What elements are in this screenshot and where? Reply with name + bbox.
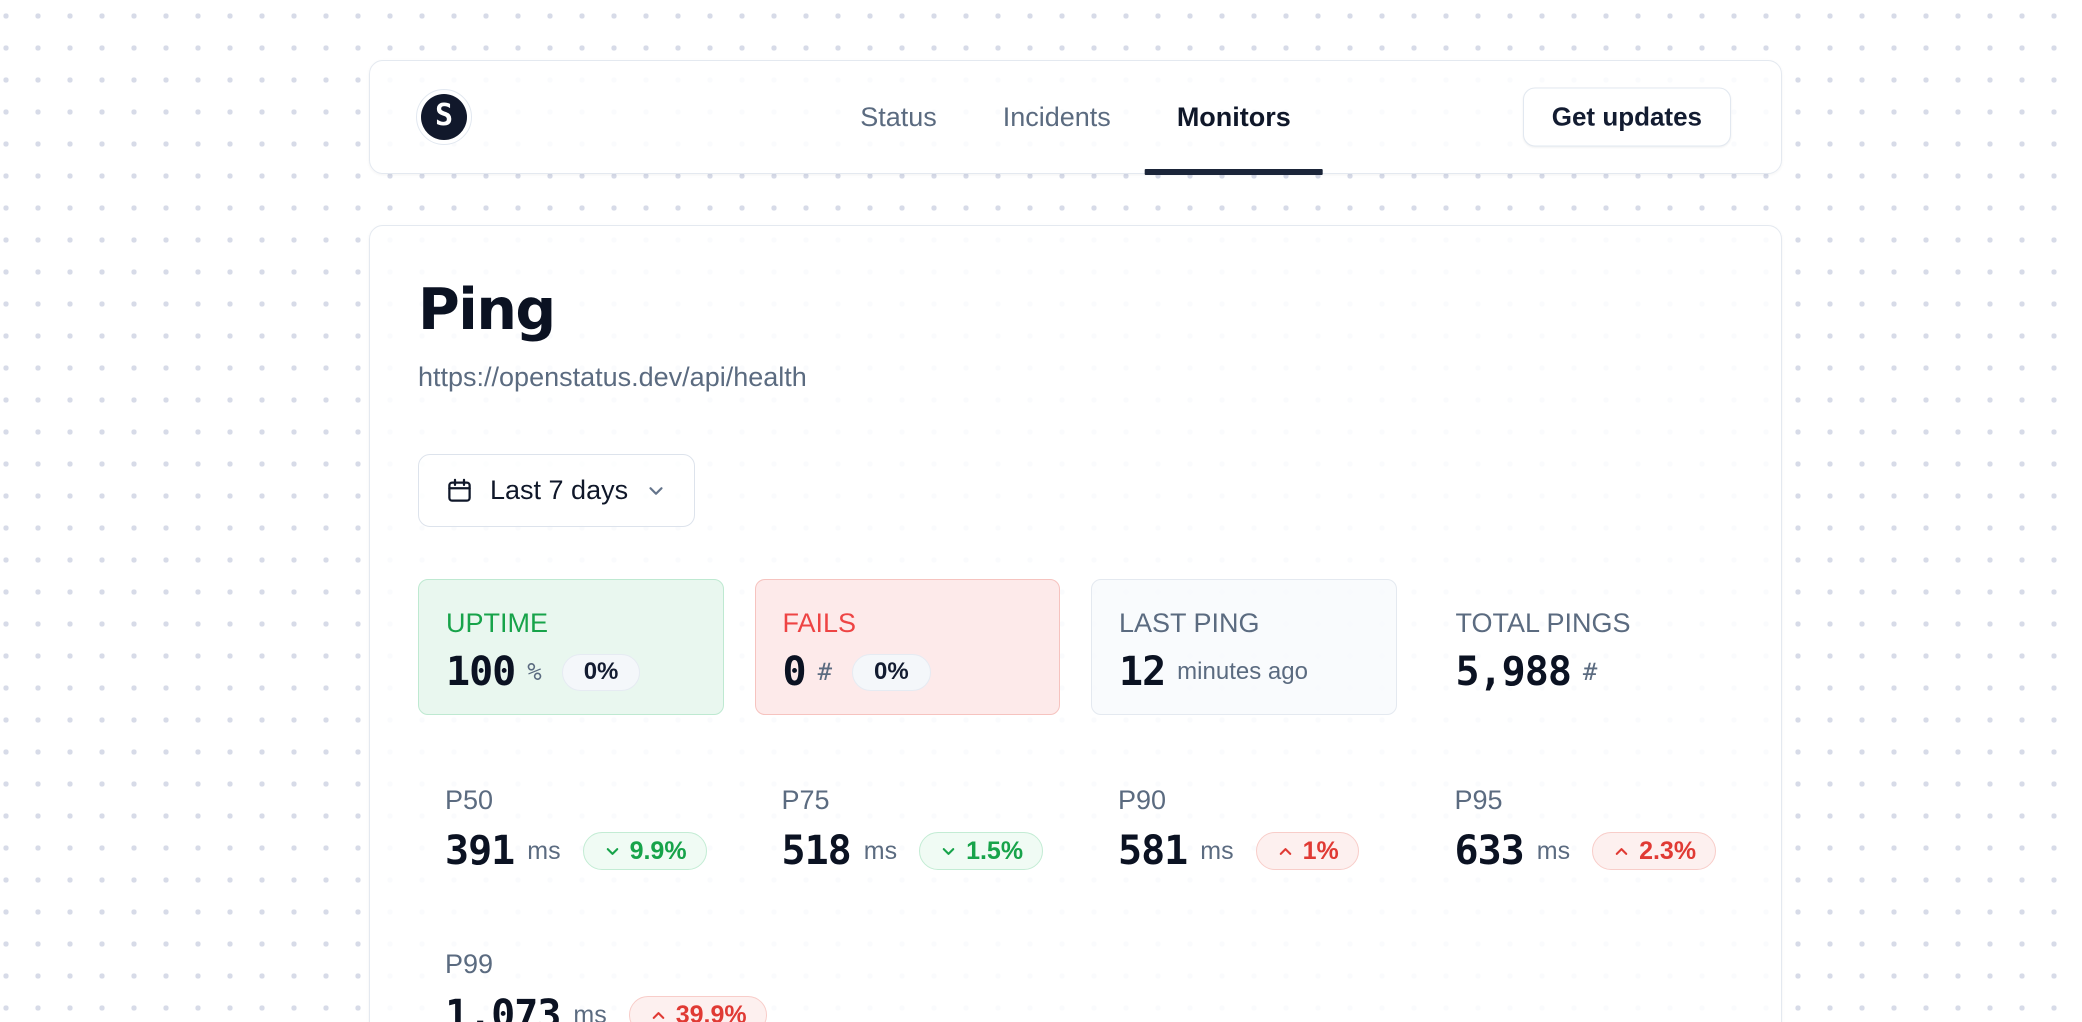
chevron-up-icon bbox=[1276, 842, 1295, 861]
tab-status[interactable]: Status bbox=[858, 61, 939, 173]
stat-label: TOTAL PINGS bbox=[1456, 608, 1706, 638]
chevron-down-icon bbox=[939, 842, 958, 861]
percentile-unit: ms bbox=[1200, 837, 1233, 866]
percentile-unit: ms bbox=[1537, 837, 1570, 866]
header-nav: Status Incidents Monitors bbox=[858, 61, 1293, 173]
stat-label: FAILS bbox=[783, 608, 1033, 638]
trend-badge: 2.3% bbox=[1592, 832, 1716, 870]
active-tab-underline bbox=[1145, 169, 1323, 175]
stat-label: LAST PING bbox=[1119, 608, 1369, 638]
percentile-unit: ms bbox=[527, 837, 560, 866]
chevron-up-icon bbox=[649, 1006, 668, 1022]
trend-badge: 9.9% bbox=[583, 832, 707, 870]
chevron-up-icon bbox=[1612, 842, 1631, 861]
tab-incidents-label: Incidents bbox=[1003, 102, 1111, 133]
trend-value: 39.9% bbox=[676, 1001, 747, 1022]
stat-delta-badge: 0% bbox=[562, 654, 641, 691]
logo-letter: S bbox=[435, 101, 453, 131]
trend-badge: 1% bbox=[1256, 832, 1359, 870]
tab-status-label: Status bbox=[860, 102, 937, 133]
percentile-label: P99 bbox=[445, 947, 725, 981]
stat-value: 5,988 bbox=[1456, 650, 1571, 694]
chevron-down-icon bbox=[645, 480, 667, 502]
trend-value: 9.9% bbox=[630, 837, 687, 866]
percentile-row-2: P99 1,073 ms 39.9% bbox=[418, 947, 1733, 1022]
stats-row: UPTIME 100 % 0% FAILS 0 # 0% LAST PING 1… bbox=[418, 579, 1733, 715]
openstatus-logo[interactable]: S bbox=[416, 89, 472, 145]
trend-value: 2.3% bbox=[1639, 837, 1696, 866]
percentile-value: 1,073 bbox=[445, 993, 560, 1022]
stat-card-fails: FAILS 0 # 0% bbox=[755, 579, 1061, 715]
percentile-value: 391 bbox=[445, 829, 514, 873]
date-range-label: Last 7 days bbox=[490, 475, 628, 506]
stat-card-uptime: UPTIME 100 % 0% bbox=[418, 579, 724, 715]
date-range-selector[interactable]: Last 7 days bbox=[418, 454, 695, 527]
trend-value: 1% bbox=[1303, 837, 1339, 866]
percentile-value: 633 bbox=[1455, 829, 1524, 873]
monitor-title: Ping bbox=[418, 274, 1733, 346]
stat-label: UPTIME bbox=[446, 608, 696, 638]
stat-unit: minutes ago bbox=[1177, 658, 1308, 686]
percentile-p90: P90 581 ms 1% bbox=[1091, 783, 1397, 873]
monitor-url: https://openstatus.dev/api/health bbox=[418, 360, 1733, 394]
percentile-value: 518 bbox=[782, 829, 851, 873]
percentile-row-1: P50 391 ms 9.9% P75 518 ms 1.5% bbox=[418, 783, 1733, 873]
percentile-label: P75 bbox=[782, 783, 1061, 817]
stat-card-total-pings: TOTAL PINGS 5,988 # bbox=[1428, 579, 1734, 715]
calendar-icon bbox=[446, 477, 473, 504]
trend-badge: 39.9% bbox=[629, 996, 767, 1022]
stat-value: 12 bbox=[1119, 650, 1165, 694]
percentile-label: P50 bbox=[445, 783, 724, 817]
percentile-p75: P75 518 ms 1.5% bbox=[755, 783, 1061, 873]
stat-unit: # bbox=[1583, 658, 1597, 686]
stat-value: 100 bbox=[446, 650, 515, 694]
percentile-p99: P99 1,073 ms 39.9% bbox=[418, 947, 725, 1022]
status-page-header: S Status Incidents Monitors Get updates bbox=[369, 60, 1782, 174]
tab-incidents[interactable]: Incidents bbox=[1001, 61, 1113, 173]
stat-value: 0 bbox=[783, 650, 806, 694]
percentile-unit: ms bbox=[573, 1001, 606, 1022]
percentile-p95: P95 633 ms 2.3% bbox=[1428, 783, 1734, 873]
trend-value: 1.5% bbox=[966, 837, 1023, 866]
stat-unit: % bbox=[527, 658, 541, 686]
stat-unit: # bbox=[818, 658, 832, 686]
percentile-label: P90 bbox=[1118, 783, 1397, 817]
tab-monitors[interactable]: Monitors bbox=[1175, 61, 1293, 173]
percentile-value: 581 bbox=[1118, 829, 1187, 873]
chevron-down-icon bbox=[603, 842, 622, 861]
percentile-unit: ms bbox=[864, 837, 897, 866]
trend-badge: 1.5% bbox=[919, 832, 1043, 870]
stat-delta-badge: 0% bbox=[852, 654, 931, 691]
monitor-detail-card: Ping https://openstatus.dev/api/health L… bbox=[369, 225, 1782, 1022]
percentile-label: P95 bbox=[1455, 783, 1734, 817]
get-updates-button[interactable]: Get updates bbox=[1523, 88, 1731, 147]
percentile-p50: P50 391 ms 9.9% bbox=[418, 783, 724, 873]
tab-monitors-label: Monitors bbox=[1177, 102, 1291, 133]
openstatus-logo-mark: S bbox=[421, 94, 467, 140]
stat-card-last-ping: LAST PING 12 minutes ago bbox=[1091, 579, 1397, 715]
